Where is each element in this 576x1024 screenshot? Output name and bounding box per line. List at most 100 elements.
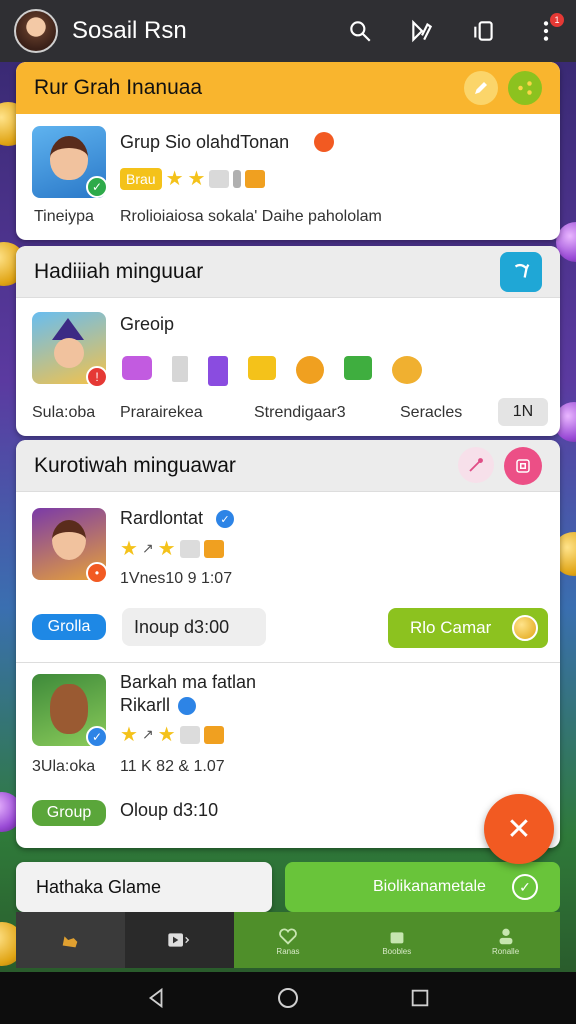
gift-icon [179, 725, 200, 744]
check-circle-icon: ✓ [512, 874, 538, 900]
edit-icon[interactable] [406, 15, 438, 47]
box-icon [245, 169, 266, 188]
reward-items-row [122, 356, 422, 386]
confirm-button-label: Biolikanametale [373, 878, 486, 895]
tab-profile[interactable]: Ronalle [451, 912, 560, 968]
group-tag: Brau [120, 167, 162, 190]
play-button-label: Rlo Camar [410, 618, 492, 637]
weekly-competition-card: Kurotiwah minguawar • Rardlontat ✓ ★ ↗ ★… [16, 440, 560, 848]
alert-icon: ! [86, 366, 108, 388]
tab-video[interactable] [124, 912, 234, 968]
box-icon [203, 539, 224, 558]
tab-label: Boobles [382, 946, 412, 956]
group-tag-button[interactable]: Grolla [32, 614, 106, 640]
timer-icon: • [86, 562, 108, 584]
home-icon[interactable] [274, 984, 302, 1012]
weekly-reward-card: Hadiiiah minguuar ! Greoip Sula:oba Prar… [16, 246, 560, 436]
competition-title: Rardlontat [120, 508, 204, 528]
time-field[interactable]: Inoup d3:00 [122, 608, 266, 646]
competition-meta: 11 K 82 & 1.07 [120, 758, 225, 775]
bottom-tab-bar: Ranas Boobles Ronalle [16, 912, 560, 968]
group-avatar-image[interactable]: ✓ [32, 126, 108, 198]
card-header: Hadiiiah minguuar [16, 246, 560, 298]
competition-title-line2: Rikarll [120, 695, 171, 715]
more-menu-icon[interactable]: 1 [530, 13, 564, 47]
card-title: Rur Grah Inanuaa [34, 76, 203, 99]
recents-icon[interactable] [406, 984, 434, 1012]
competition-game-image[interactable]: • [32, 508, 108, 584]
star-icon: ★ [187, 168, 206, 190]
competition-game-image[interactable]: ✓ [32, 674, 108, 748]
play-button[interactable]: Rlo Camar [388, 608, 548, 648]
flower-icon [392, 356, 422, 384]
profile-avatar[interactable] [14, 9, 58, 53]
divider [16, 662, 560, 663]
back-icon[interactable] [142, 984, 170, 1012]
box-icon [203, 725, 224, 744]
close-fab-button[interactable]: ✕ [484, 794, 554, 864]
star-icon: ★ [120, 724, 138, 746]
reward-count: 1N [498, 398, 548, 426]
heart-icon [279, 928, 297, 945]
group-tag-button[interactable]: Group [32, 800, 106, 826]
tab-label: Ronalle [492, 946, 520, 956]
competition-title-line1: Barkah ma fatlan [120, 672, 257, 692]
competition-left-label: 3Ula:oka [32, 758, 96, 775]
arrow-icon: ↗ [141, 540, 154, 556]
reward-label-4: Seracles [400, 404, 463, 421]
crown-icon [248, 356, 276, 380]
confirm-button[interactable]: Biolikanametale ✓ [285, 862, 560, 912]
arrow-icon: ↗ [141, 726, 154, 742]
share-icon[interactable] [508, 71, 542, 105]
group-title: Grup Sio olahdTonan [120, 132, 290, 152]
gift-icon [122, 356, 152, 380]
leaf-icon [344, 356, 372, 380]
reward-label-3: Strendigaar3 [254, 404, 346, 421]
search-icon[interactable] [344, 15, 376, 47]
coin-icon [512, 615, 538, 641]
sun-icon [296, 356, 324, 384]
card-header: Rur Grah Inanuaa [16, 62, 560, 114]
card-title: Hadiiiah minguuar [34, 259, 204, 283]
verified-icon [178, 697, 196, 715]
rating-row: Brau ★ ★ [120, 166, 266, 191]
user-icon [499, 928, 512, 944]
reward-label-2: Prarairekea [120, 404, 203, 421]
wand-icon[interactable] [458, 446, 494, 483]
reward-game-image[interactable]: ! [32, 312, 108, 388]
star-icon: ★ [165, 168, 184, 190]
reward-label-1: Sula:oba [32, 404, 96, 421]
tab-rooms[interactable]: Boobles [342, 912, 452, 968]
time-label: Oloup d3:10 [120, 800, 219, 820]
gift-icon [179, 539, 200, 558]
frame-icon[interactable] [504, 446, 542, 485]
card-header: Kurotiwah minguawar [16, 440, 560, 492]
notification-badge: 1 [550, 13, 564, 27]
trophy-icon [172, 356, 188, 382]
potion-icon [208, 356, 228, 386]
fire-icon [314, 132, 334, 152]
refresh-icon[interactable] [500, 251, 542, 292]
star-icon: ★ [157, 724, 176, 746]
verified-icon: ✓ [86, 176, 108, 198]
reward-title: Greoip [120, 314, 175, 334]
group-type-label: Tineiypa [34, 208, 94, 225]
rating-row: ★ ↗ ★ [120, 536, 224, 561]
card-title: Kurotiwah minguawar [34, 453, 236, 477]
pencil-icon[interactable] [464, 71, 498, 105]
tab-home[interactable] [16, 912, 125, 968]
copy-icon[interactable] [468, 15, 500, 47]
weekly-group-card: Rur Grah Inanuaa ✓ Grup Sio olahdTonan B… [16, 62, 560, 240]
star-icon: ★ [120, 538, 138, 560]
app-title: Sosail Rsn [72, 17, 187, 44]
dog-icon [63, 936, 78, 948]
check-icon: ✓ [86, 726, 108, 748]
group-description: Rrolioiaiosa sokala' Daihe pahololam [120, 208, 382, 225]
competition-meta: 1Vnes10 9 1:07 [120, 570, 233, 587]
system-nav-bar [0, 972, 576, 1024]
rating-row: ★ ↗ ★ [120, 722, 224, 747]
hide-game-button[interactable]: Hathaka Glame [16, 862, 272, 912]
house-icon [390, 931, 404, 943]
verified-icon: ✓ [216, 510, 234, 528]
tab-favorites[interactable]: Ranas [233, 912, 343, 968]
